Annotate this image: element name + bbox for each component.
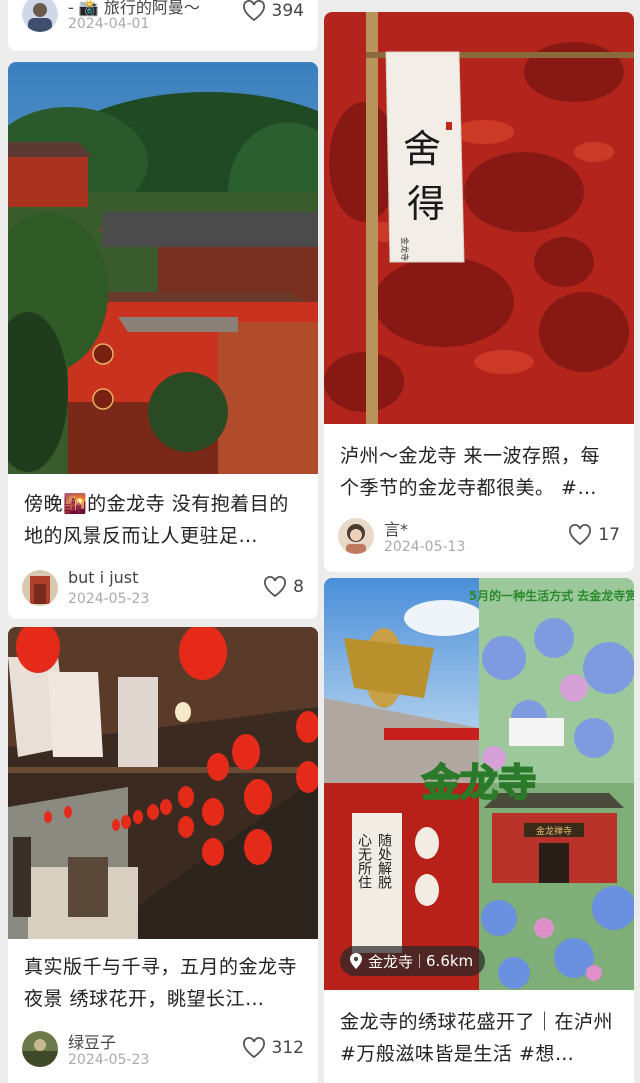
like-button[interactable]: 8 <box>263 576 304 598</box>
post-date: 2024-05-23 <box>68 1052 150 1068</box>
like-count: 312 <box>271 1038 304 1058</box>
avatar[interactable] <box>22 570 58 606</box>
note-card[interactable]: - 📸 旅行的阿曼～ 2024-04-01 394 <box>8 0 318 51</box>
heart-icon <box>264 576 287 598</box>
heart-icon <box>242 0 265 22</box>
avatar[interactable] <box>22 0 58 32</box>
note-title[interactable]: 泸州～金龙寺 来一波存照，每个季节的金龙寺都很美。 #… <box>324 440 634 504</box>
note-cover-image[interactable]: 5月的一种生活方式 去金龙寺赏花 心无所住 随处解脱 金龙禅寺 金龙寺 金龙寺 … <box>324 578 634 990</box>
author-name[interactable]: 绿豆子 <box>68 1029 116 1053</box>
post-date: 2024-05-23 <box>68 591 150 607</box>
svg-text:心无所住: 心无所住 <box>356 833 372 889</box>
post-date: 2024-04-01 <box>68 16 150 32</box>
note-cover-image[interactable] <box>8 627 318 939</box>
avatar[interactable] <box>22 1031 58 1067</box>
like-button[interactable]: 17 <box>568 524 620 546</box>
location-distance: 6.6km <box>426 952 474 970</box>
note-card[interactable]: 傍晚🌇的金龙寺 没有抱着目的地的风景反而让人更驻足… but i just 20… <box>8 62 318 619</box>
author-name[interactable]: but i just <box>68 568 138 587</box>
note-card[interactable]: 真实版千与千寻，五月的金龙寺夜景 绣球花开，眺望长江… 绿豆子 2024-05-… <box>8 627 318 1083</box>
note-title[interactable]: 真实版千与千寻，五月的金龙寺夜景 绣球花开，眺望长江… <box>8 951 318 1015</box>
banner-char-2: 得 <box>407 182 445 226</box>
overlay-top-text: 5月的一种生活方式 去金龙寺赏花 <box>469 588 634 603</box>
svg-text:金龙寺: 金龙寺 <box>400 237 410 261</box>
badge-divider <box>419 954 421 968</box>
overlay-title: 金龙寺 <box>421 761 536 805</box>
like-button[interactable]: 394 <box>242 0 304 22</box>
note-title[interactable]: 傍晚🌇的金龙寺 没有抱着目的地的风景反而让人更驻足… <box>8 488 318 552</box>
note-card[interactable]: 舍 得 金龙寺 泸州～金龙寺 来一波存照，每个季节的金龙寺都很美。 #… 言* … <box>324 12 634 572</box>
location-name: 金龙寺 <box>368 952 414 971</box>
location-pin-icon <box>350 953 362 969</box>
gate-sign-text: 金龙禅寺 <box>536 825 572 837</box>
note-cover-image[interactable]: 舍 得 金龙寺 <box>324 12 634 424</box>
author-name[interactable]: 言* <box>384 516 408 540</box>
location-badge[interactable]: 金龙寺 6.6km <box>340 946 486 976</box>
note-title[interactable]: 金龙寺的绣球花盛开了｜在泸州 #万般滋味皆是生活 #想… <box>324 1006 634 1070</box>
like-count: 17 <box>598 525 620 545</box>
like-count: 8 <box>293 577 304 597</box>
post-date: 2024-05-13 <box>384 539 466 555</box>
avatar[interactable] <box>338 518 374 554</box>
like-button[interactable]: 312 <box>242 1037 304 1059</box>
heart-icon <box>569 524 592 546</box>
note-cover-image[interactable] <box>8 62 318 474</box>
heart-icon <box>242 1037 265 1059</box>
note-card[interactable]: 5月的一种生活方式 去金龙寺赏花 心无所住 随处解脱 金龙禅寺 金龙寺 金龙寺 … <box>324 578 634 1083</box>
like-count: 394 <box>271 1 304 21</box>
svg-text:随处解脱: 随处解脱 <box>376 833 392 890</box>
banner-char-1: 舍 <box>403 127 441 171</box>
